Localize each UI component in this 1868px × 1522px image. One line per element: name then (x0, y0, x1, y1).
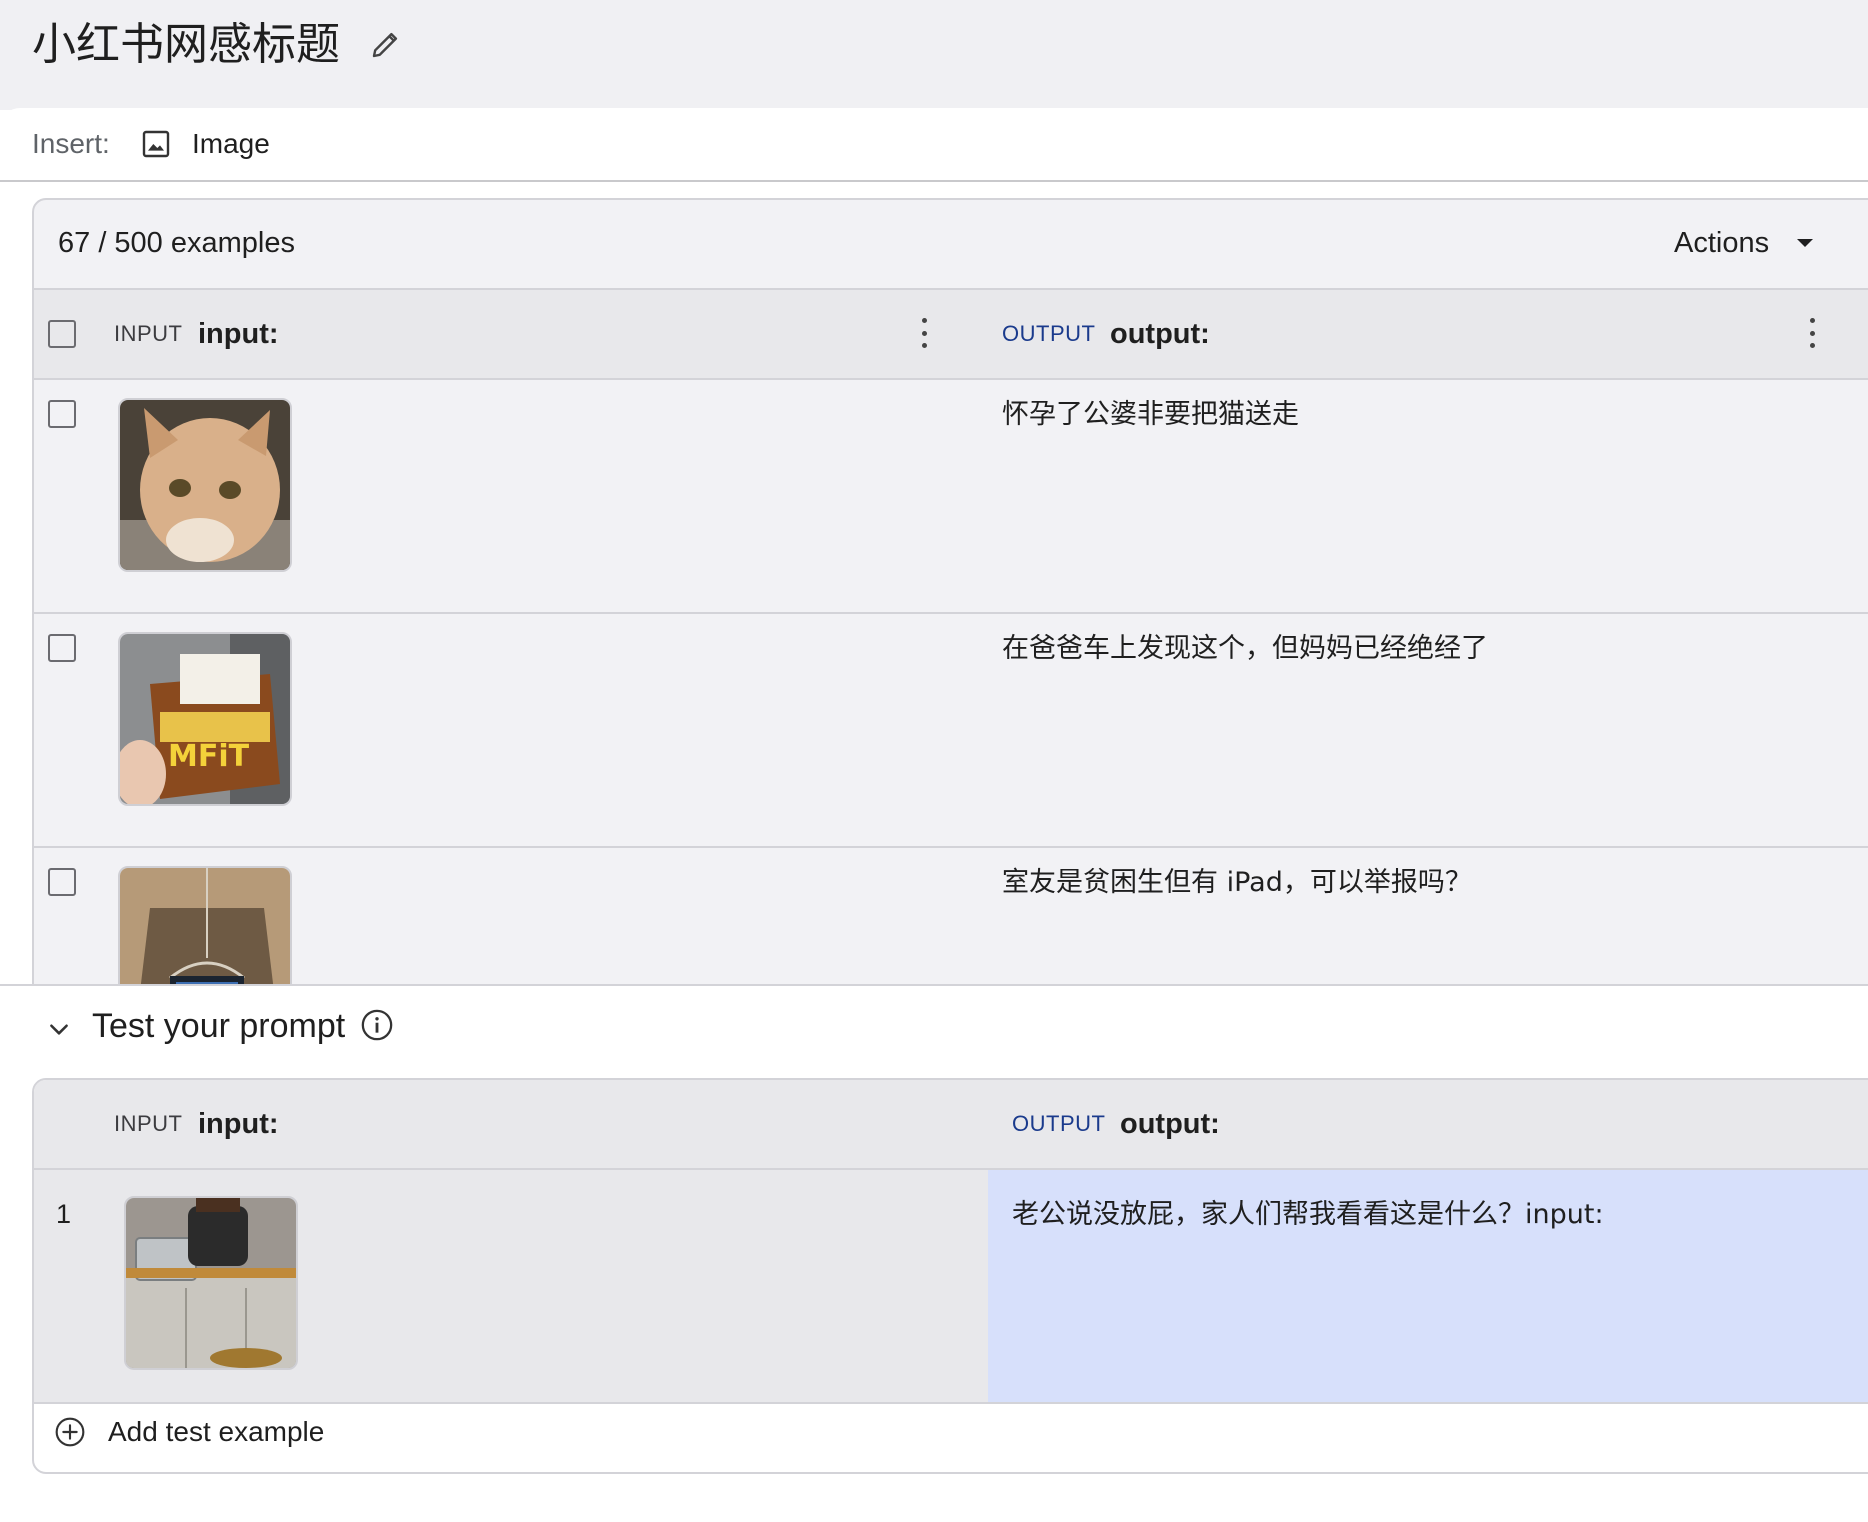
examples-column-header: INPUT input: OUTPUT output: (34, 288, 1868, 380)
image-icon[interactable] (140, 128, 172, 160)
test-prompt-title: Test your prompt (92, 1007, 346, 1045)
actions-label: Actions (1674, 227, 1770, 259)
test-example-row: 1 老公说没放屁，家人们帮我看看这是什么？input: (34, 1170, 1868, 1404)
title-bar: 小红书网感标题 (0, 0, 1868, 110)
output-column-menu-icon[interactable] (1808, 318, 1816, 348)
chevron-down-icon[interactable] (46, 1016, 72, 1042)
select-all-checkbox[interactable] (48, 320, 76, 348)
example-output-text[interactable]: 在爸爸车上发现这个，但妈妈已经绝经了 (1002, 630, 1488, 668)
test-output-text: 老公说没放屁，家人们帮我看看这是什么？input: (1012, 1199, 1604, 1230)
add-test-example-label: Add test example (108, 1416, 325, 1447)
caret-down-icon (1797, 239, 1814, 247)
test-prompt-panel: INPUT input: OUTPUT output: 1 老公说没放屁，家人们… (32, 1078, 1868, 1474)
example-image-cat[interactable] (118, 398, 292, 572)
example-output-text[interactable]: 怀孕了公婆非要把猫送走 (1002, 396, 1299, 434)
input-tag: INPUT (114, 321, 183, 346)
test-output-column-title: output: (1120, 1108, 1220, 1140)
test-example-image-kitchen[interactable] (124, 1196, 298, 1370)
row-checkbox[interactable] (48, 400, 76, 428)
row-number: 1 (56, 1199, 72, 1229)
page-title: 小红书网感标题 (32, 19, 340, 70)
input-column-menu-icon[interactable] (920, 318, 928, 348)
example-row: 怀孕了公婆非要把猫送走 (34, 380, 1868, 614)
add-circle-icon (55, 1417, 85, 1447)
row-checkbox[interactable] (48, 634, 76, 662)
example-image-snack[interactable]: MFiT (118, 632, 292, 806)
test-column-header: INPUT input: OUTPUT output: (34, 1080, 1868, 1170)
test-output-cell[interactable]: 老公说没放屁，家人们帮我看看这是什么？input: (988, 1170, 1868, 1402)
pencil-icon[interactable] (368, 26, 404, 62)
insert-image-button[interactable]: Image (192, 126, 270, 162)
add-test-example-button[interactable]: Add test example (54, 1414, 324, 1450)
actions-button[interactable]: Actions (1674, 218, 1814, 268)
input-column-title: input: (198, 318, 279, 350)
svg-text:MFiT: MFiT (168, 739, 250, 774)
insert-toolbar: Insert: Image (0, 108, 1868, 182)
insert-label: Insert: (32, 128, 110, 159)
test-input-column-title: input: (198, 1108, 279, 1140)
info-icon[interactable] (360, 1008, 394, 1042)
test-output-tag: OUTPUT (1012, 1111, 1106, 1136)
test-prompt-section: Test your prompt INPUT input: OUTPUT out… (0, 984, 1868, 1522)
output-column-title: output: (1110, 318, 1210, 350)
example-output-text[interactable]: 室友是贫困生但有 iPad，可以举报吗？ (1002, 864, 1472, 902)
examples-header: 67 / 500 examples Actions (34, 200, 1868, 288)
output-tag: OUTPUT (1002, 321, 1096, 346)
examples-count: 67 / 500 examples (58, 227, 295, 259)
example-row: MFiT 在爸爸车上发现这个，但妈妈已经绝经了 (34, 614, 1868, 848)
row-checkbox[interactable] (48, 868, 76, 896)
test-input-tag: INPUT (114, 1111, 183, 1136)
